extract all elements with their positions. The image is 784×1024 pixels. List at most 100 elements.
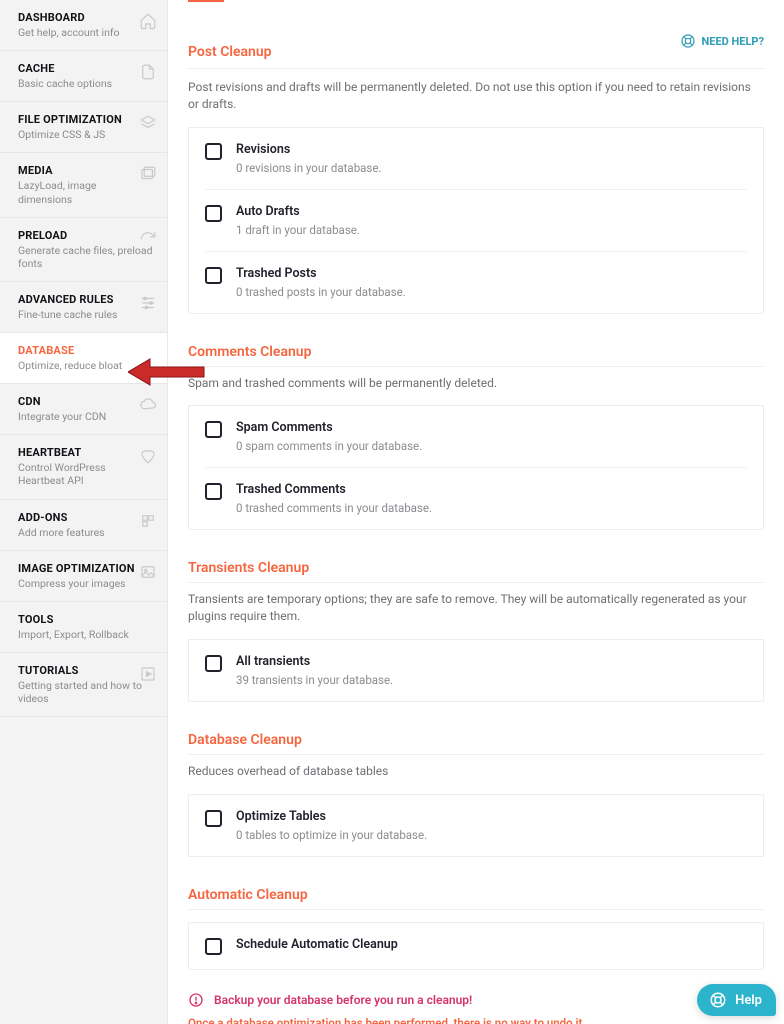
nav-desc: Integrate your CDN [18,410,153,423]
nav-title: IMAGE OPTIMIZATION [18,562,153,575]
checkbox-auto-drafts[interactable] [205,205,222,222]
checkbox-trashed-posts[interactable] [205,267,222,284]
option-title: Trashed Comments [236,482,747,497]
nav-title: ADD-ONS [18,511,153,524]
checkbox-revisions[interactable] [205,143,222,160]
need-help-link[interactable]: NEED HELP? [680,33,765,49]
option-auto-drafts: Auto Drafts 1 draft in your database. [205,190,747,252]
main-content: Post Cleanup NEED HELP? Post revisions a… [168,0,784,1024]
help-bubble-label: Help [735,993,762,1008]
nav-title: PRELOAD [18,229,153,242]
section-transients-cleanup-title: Transients Cleanup [188,560,764,583]
option-title: Auto Drafts [236,204,747,219]
nav-desc: Optimize, reduce bloat [18,359,153,372]
section-comments-cleanup-title: Comments Cleanup [188,344,764,367]
option-all-transients: All transients 39 transients in your dat… [205,640,747,701]
nav-desc: Generate cache files, preload fonts [18,244,153,270]
option-sub: 0 spam comments in your database. [236,439,747,453]
option-trashed-comments: Trashed Comments 0 trashed comments in y… [205,468,747,529]
checkbox-trashed-comments[interactable] [205,483,222,500]
transients-options-box: All transients 39 transients in your dat… [188,639,764,702]
warning-line: Backup your database before you run a cl… [188,992,764,1008]
nav-desc: Compress your images [18,577,153,590]
nav-desc: Basic cache options [18,77,153,90]
nav-database[interactable]: DATABASE Optimize, reduce bloat [0,333,167,384]
nav-title: TOOLS [18,613,153,626]
section-post-cleanup-desc: Post revisions and drafts will be perman… [188,79,764,113]
nav-title: CDN [18,395,153,408]
nav-desc: Get help, account info [18,26,153,39]
images-icon [139,165,157,183]
puzzle-icon [139,512,157,530]
heart-icon [139,447,157,465]
sidebar: DASHBOARD Get help, account info CACHE B… [0,0,168,1024]
alert-icon [188,992,204,1008]
section-automatic-cleanup-title: Automatic Cleanup [188,887,764,910]
nav-heartbeat[interactable]: HEARTBEAT Control WordPress Heartbeat AP… [0,435,167,499]
nav-cache[interactable]: CACHE Basic cache options [0,51,167,102]
nav-preload[interactable]: PRELOAD Generate cache files, preload fo… [0,218,167,282]
section-transients-cleanup-desc: Transients are temporary options; they a… [188,591,764,625]
lifebuoy-icon [709,991,727,1009]
need-help-label: NEED HELP? [702,35,765,48]
checkbox-schedule-auto[interactable] [205,938,222,955]
sliders-icon [139,294,157,312]
layers-icon [139,114,157,132]
section-post-cleanup-title: Post Cleanup [188,44,272,60]
option-sub: 1 draft in your database. [236,223,747,237]
checkbox-all-transients[interactable] [205,655,222,672]
nav-title: CACHE [18,62,153,75]
play-icon [139,665,157,683]
comments-options-box: Spam Comments 0 spam comments in your da… [188,405,764,530]
option-schedule-auto: Schedule Automatic Cleanup [205,923,747,969]
option-trashed-posts: Trashed Posts 0 trashed posts in your da… [205,252,747,313]
nav-title: DATABASE [18,344,153,357]
nav-desc: Import, Export, Rollback [18,628,153,641]
lifebuoy-icon [680,33,696,49]
image-opt-icon [139,563,157,581]
auto-options-box: Schedule Automatic Cleanup [188,922,764,970]
nav-title: TUTORIALS [18,664,153,677]
nav-file-optimization[interactable]: FILE OPTIMIZATION Optimize CSS & JS [0,102,167,153]
refresh-icon [139,230,157,248]
nav-title: ADVANCED RULES [18,293,153,306]
post-options-box: Revisions 0 revisions in your database. … [188,127,764,314]
option-optimize-tables: Optimize Tables 0 tables to optimize in … [205,795,747,856]
option-sub: 0 tables to optimize in your database. [236,828,747,842]
nav-title: HEARTBEAT [18,446,153,459]
nav-desc: Control WordPress Heartbeat API [18,461,153,487]
nav-title: MEDIA [18,164,153,177]
database-options-box: Optimize Tables 0 tables to optimize in … [188,794,764,857]
home-icon [139,12,157,30]
nav-tools[interactable]: TOOLS Import, Export, Rollback [0,602,167,653]
nav-desc: Fine-tune cache rules [18,308,153,321]
nav-title: DASHBOARD [18,11,153,24]
option-title: Revisions [236,142,747,157]
checkbox-optimize-tables[interactable] [205,810,222,827]
section-database-cleanup-title: Database Cleanup [188,732,764,755]
nav-desc: Getting started and how to videos [18,679,153,705]
option-revisions: Revisions 0 revisions in your database. [205,128,747,190]
option-sub: 0 trashed comments in your database. [236,501,747,515]
nav-dashboard[interactable]: DASHBOARD Get help, account info [0,0,167,51]
option-sub: 39 transients in your database. [236,673,747,687]
option-spam-comments: Spam Comments 0 spam comments in your da… [205,406,747,468]
section-comments-cleanup-desc: Spam and trashed comments will be perman… [188,375,764,392]
nav-cdn[interactable]: CDN Integrate your CDN [0,384,167,435]
nav-tutorials[interactable]: TUTORIALS Getting started and how to vid… [0,653,167,717]
warning-sub: Once a database optimization has been pe… [188,1016,764,1024]
nav-addons[interactable]: ADD-ONS Add more features [0,500,167,551]
help-bubble[interactable]: Help [697,984,776,1016]
option-title: Trashed Posts [236,266,747,281]
nav-desc: Add more features [18,526,153,539]
nav-media[interactable]: MEDIA LazyLoad, image dimensions [0,153,167,217]
tab-accent [188,0,224,2]
nav-title: FILE OPTIMIZATION [18,113,153,126]
option-sub: 0 trashed posts in your database. [236,285,747,299]
nav-advanced-rules[interactable]: ADVANCED RULES Fine-tune cache rules [0,282,167,333]
nav-image-optimization[interactable]: IMAGE OPTIMIZATION Compress your images [0,551,167,602]
option-title: Schedule Automatic Cleanup [236,937,747,952]
checkbox-spam-comments[interactable] [205,421,222,438]
warning-text: Backup your database before you run a cl… [214,993,472,1007]
nav-desc: Optimize CSS & JS [18,128,153,141]
